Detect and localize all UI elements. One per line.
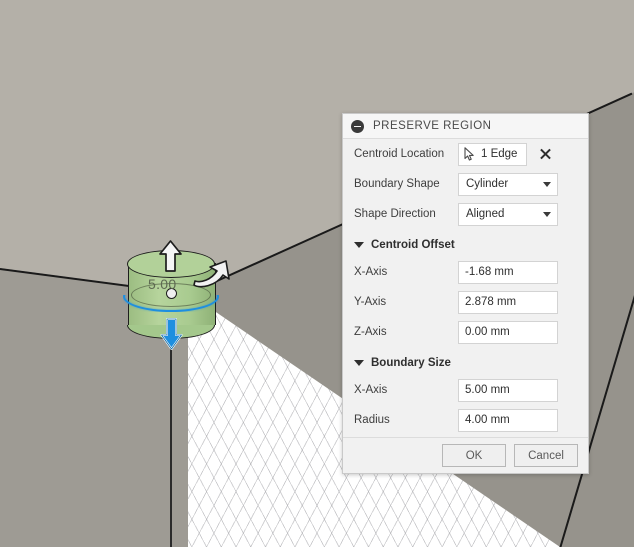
centroid-offset-z-value: 0.00 mm [465, 326, 510, 338]
row-centroid-offset-y: Y-Axis 2.878 mm [343, 287, 588, 317]
application-screen: 5.00 PRESERVE REGION Centroid Location 1… [0, 0, 634, 547]
label-shape-direction: Shape Direction [354, 208, 436, 220]
section-title-centroid-offset: Centroid Offset [371, 239, 455, 251]
label-boundary-shape: Boundary Shape [354, 178, 440, 190]
boundary-shape-value: Cylinder [466, 178, 509, 190]
row-boundary-size-x: X-Axis 5.00 mm [343, 375, 588, 405]
section-header-centroid-offset[interactable]: Centroid Offset [343, 233, 588, 257]
boundary-size-radius-input[interactable]: 4.00 mm [458, 408, 558, 432]
shape-direction-value: Aligned [466, 208, 505, 220]
centroid-offset-z-input[interactable]: 0.00 mm [458, 320, 558, 344]
chevron-down-icon [543, 181, 551, 187]
chevron-down-icon [543, 211, 551, 217]
dialog-title: PRESERVE REGION [373, 120, 492, 132]
row-centroid-offset-x: X-Axis -1.68 mm [343, 257, 588, 287]
centroid-offset-y-input[interactable]: 2.878 mm [458, 290, 558, 314]
section-header-boundary-size[interactable]: Boundary Size [343, 351, 588, 375]
boundary-size-x-value: 5.00 mm [465, 384, 510, 396]
row-boundary-shape: Boundary Shape Cylinder [343, 169, 588, 199]
centroid-offset-y-value: 2.878 mm [465, 296, 517, 308]
boundary-size-radius-value: 4.00 mm [465, 414, 510, 426]
label-centroid-offset-x: X-Axis [354, 266, 388, 278]
dialog-header: PRESERVE REGION [343, 114, 588, 139]
label-centroid-location: Centroid Location [354, 148, 445, 160]
cancel-button[interactable]: Cancel [514, 444, 578, 467]
centroid-offset-x-input[interactable]: -1.68 mm [458, 260, 558, 284]
centroid-location-value: 1 Edge [481, 148, 518, 160]
preserve-region-dialog[interactable]: PRESERVE REGION Centroid Location 1 Edge… [342, 113, 589, 474]
label-centroid-offset-z: Z-Axis [354, 326, 387, 338]
rotate-arrow-icon[interactable] [192, 255, 232, 291]
minus-circle-icon[interactable] [351, 119, 364, 133]
close-icon[interactable] [538, 147, 553, 162]
label-boundary-size-x: X-Axis [354, 384, 388, 396]
shape-direction-dropdown[interactable]: Aligned [458, 202, 558, 226]
label-centroid-offset-y: Y-Axis [354, 296, 387, 308]
chevron-down-icon [354, 360, 364, 366]
dialog-footer: OK Cancel [343, 437, 588, 473]
dimension-label: 5.00 [148, 276, 177, 292]
ok-button[interactable]: OK [442, 444, 506, 467]
row-centroid-offset-z: Z-Axis 0.00 mm [343, 317, 588, 347]
centroid-location-selection-button[interactable]: 1 Edge [458, 142, 528, 166]
chevron-down-icon [354, 242, 364, 248]
section-title-boundary-size: Boundary Size [371, 357, 451, 369]
arrow-down-icon[interactable] [160, 317, 183, 350]
boundary-size-x-input[interactable]: 5.00 mm [458, 378, 558, 402]
row-boundary-size-radius: Radius 4.00 mm [343, 405, 588, 435]
row-shape-direction: Shape Direction Aligned [343, 199, 588, 229]
arrow-up-icon[interactable] [158, 240, 183, 273]
centroid-offset-x-value: -1.68 mm [465, 266, 514, 278]
boundary-shape-dropdown[interactable]: Cylinder [458, 172, 558, 196]
label-boundary-size-radius: Radius [354, 414, 390, 426]
cursor-select-icon [464, 147, 474, 161]
row-centroid-location: Centroid Location 1 Edge [343, 139, 588, 169]
